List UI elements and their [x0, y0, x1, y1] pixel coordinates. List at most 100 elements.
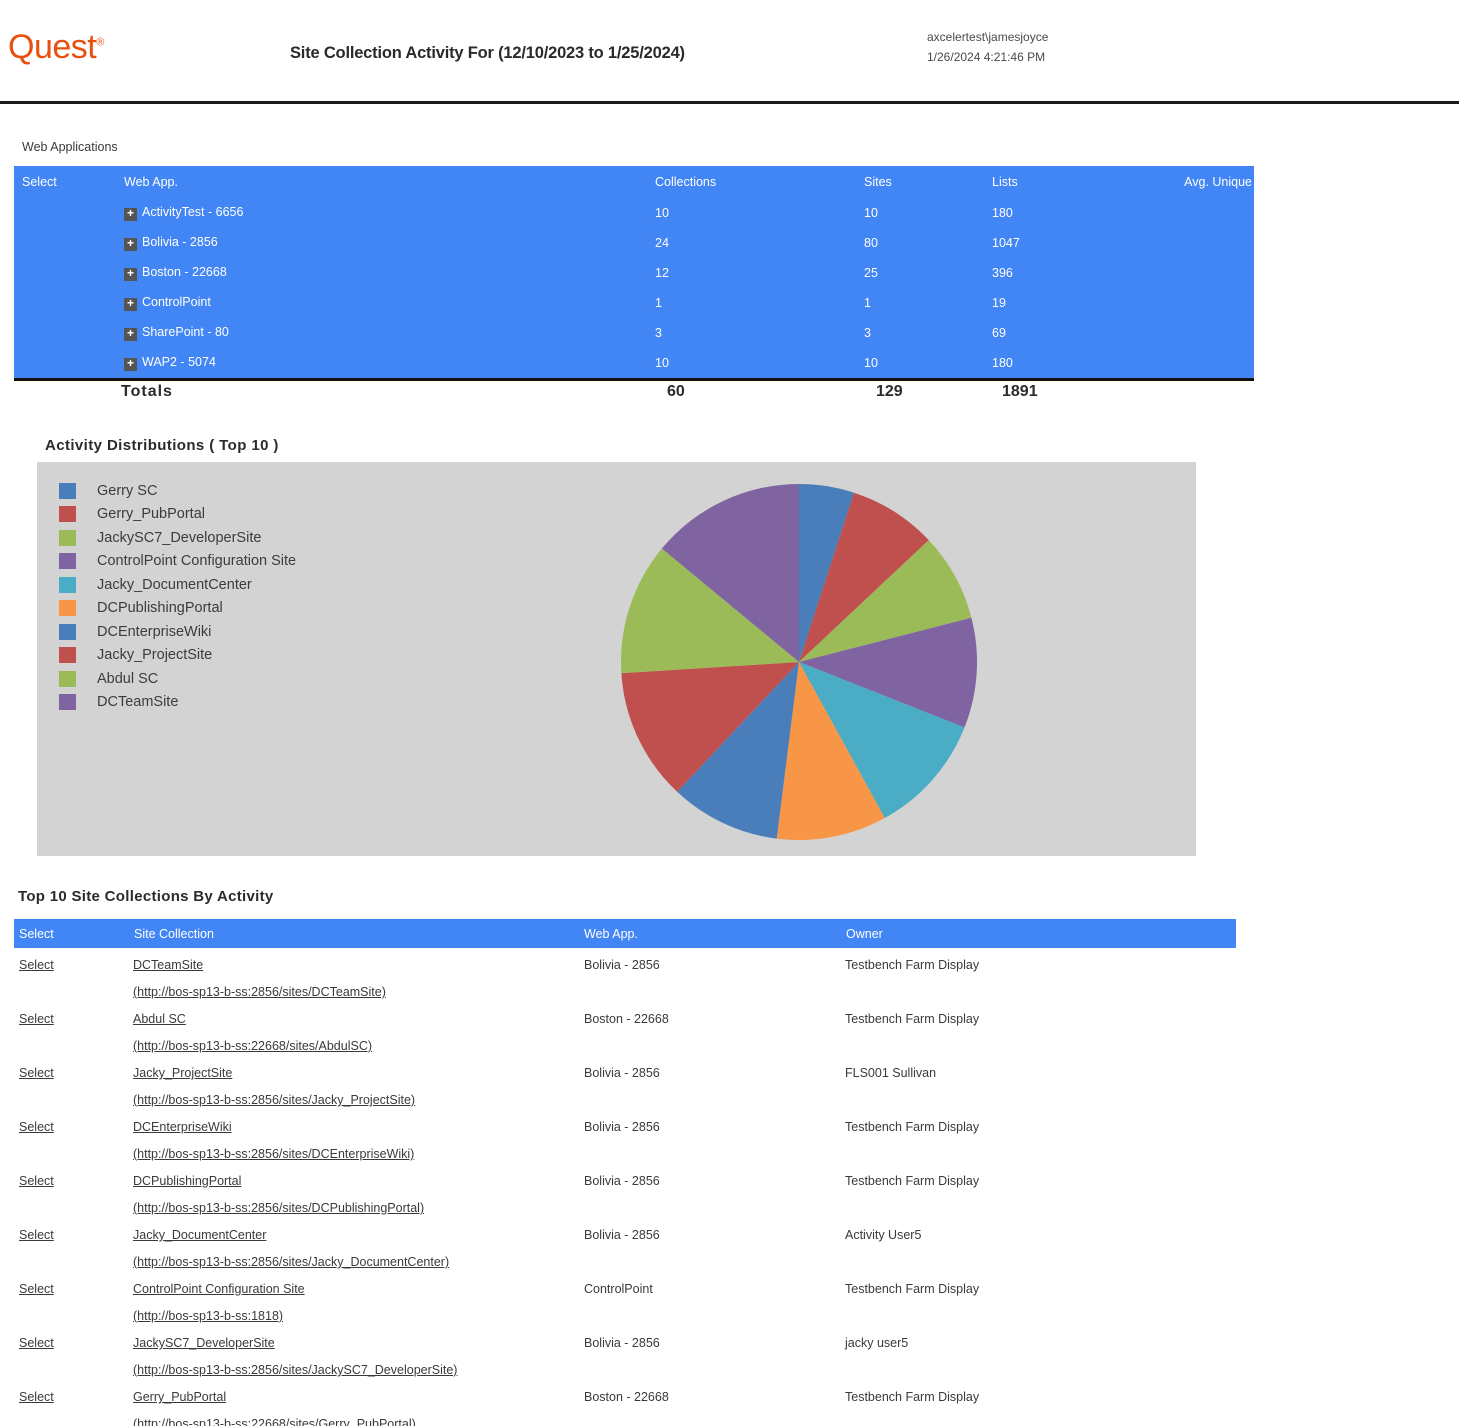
- table-row[interactable]: +ControlPoint1119: [14, 288, 1254, 318]
- site-collection-link[interactable]: Abdul SC: [133, 1012, 186, 1026]
- site-collection-link[interactable]: Jacky_ProjectSite: [133, 1066, 232, 1080]
- web-app-name: Boston - 22668: [142, 265, 227, 279]
- sites-cell: 25: [864, 266, 878, 280]
- web-app-cell[interactable]: + ControlPoint: [124, 295, 211, 311]
- site-collection-link[interactable]: ControlPoint Configuration Site: [133, 1282, 305, 1296]
- table-row[interactable]: +Boston - 226681225396: [14, 258, 1254, 288]
- site-collection-url-link[interactable]: (http://bos-sp13-b-ss:2856/sites/DCTeamS…: [133, 985, 386, 999]
- legend-item: Gerry_PubPortal: [59, 503, 296, 527]
- site-collection-url-link[interactable]: (http://bos-sp13-b-ss:2856/sites/DCPubli…: [133, 1201, 424, 1215]
- web-app-cell[interactable]: +SharePoint - 80: [124, 325, 229, 341]
- select-link[interactable]: Select: [19, 1336, 54, 1350]
- select-link[interactable]: Select: [19, 1120, 54, 1134]
- legend-label: Jacky_ProjectSite: [97, 647, 212, 663]
- select-link[interactable]: Select: [19, 1066, 54, 1080]
- table-row[interactable]: +WAP2 - 50741010180: [14, 348, 1254, 378]
- select-link[interactable]: Select: [19, 958, 54, 972]
- top10-header-row: Select Site Collection Web App. Owner: [14, 919, 1236, 948]
- collections-cell: 10: [655, 356, 669, 370]
- site-collection-link[interactable]: DCTeamSite: [133, 958, 203, 972]
- legend-label: Abdul SC: [97, 671, 158, 687]
- collections-cell: 1: [655, 296, 662, 310]
- collections-cell: 24: [655, 236, 669, 250]
- web-app-name: ControlPoint: [142, 295, 211, 309]
- web-app-cell[interactable]: + Boston - 22668: [124, 265, 227, 281]
- web-app-name: Bolivia - 2856: [142, 235, 218, 249]
- legend-item: Jacky_DocumentCenter: [59, 573, 296, 597]
- top10-rows: Select DCTeamSite (http://bos-sp13-b-ss:28…: [0, 952, 1459, 1426]
- legend-item: DCEnterpriseWiki: [59, 620, 296, 644]
- web-app-cell: Boston - 22668: [584, 1390, 669, 1404]
- legend-color-swatch: [59, 600, 76, 616]
- select-link[interactable]: Select: [19, 1282, 54, 1296]
- site-collection-link[interactable]: JackySC7_DeveloperSite: [133, 1336, 275, 1350]
- web-app-cell[interactable]: +ActivityTest - 6656: [124, 205, 243, 221]
- web-app-cell[interactable]: + WAP2 - 5074: [124, 355, 216, 371]
- site-collection-link[interactable]: Jacky_DocumentCenter: [133, 1228, 266, 1242]
- web-app-cell: Bolivia - 2856: [584, 1336, 660, 1350]
- site-collection-url-link[interactable]: (http://bos-sp13-b-ss:2856/sites/Jacky_P…: [133, 1093, 415, 1107]
- owner-cell: Testbench Farm Display: [845, 1174, 979, 1188]
- legend-label: DCTeamSite: [97, 694, 178, 710]
- table-row[interactable]: +Bolivia - 285624801047: [14, 228, 1254, 258]
- select-link[interactable]: Select: [19, 1228, 54, 1242]
- site-collection-url-link[interactable]: (http://bos-sp13-b-ss:2856/sites/JackySC…: [133, 1363, 457, 1377]
- legend-color-swatch: [59, 671, 76, 687]
- table-row: Select DCTeamSite (http://bos-sp13-b-ss:28…: [0, 952, 1459, 1006]
- sites-cell: 10: [864, 356, 878, 370]
- owner-cell: Testbench Farm Display: [845, 1120, 979, 1134]
- legend-label: Jacky_DocumentCenter: [97, 577, 252, 593]
- site-collection-url-link[interactable]: (http://bos-sp13-b-ss:2856/sites/DCEnter…: [133, 1147, 414, 1161]
- user-account: axcelertest\jamesjoyce: [927, 27, 1048, 47]
- totals-sites: 129: [876, 383, 903, 401]
- report-page: Quest® Site Collection Activity For (12/…: [0, 0, 1459, 1426]
- expand-plus-icon[interactable]: +: [124, 238, 137, 251]
- top10-title: Top 10 Site Collections By Activity: [18, 888, 274, 905]
- expand-plus-icon[interactable]: +: [124, 328, 137, 341]
- web-app-cell: Bolivia - 2856: [584, 958, 660, 972]
- legend-label: DCEnterpriseWiki: [97, 624, 211, 640]
- legend-item: JackySC7_DeveloperSite: [59, 526, 296, 550]
- pie-chart-svg: [621, 484, 977, 840]
- column-header-owner: Owner: [846, 927, 883, 941]
- site-collection-link[interactable]: Gerry_PubPortal: [133, 1390, 226, 1404]
- web-app-name: WAP2 - 5074: [142, 355, 216, 369]
- pie-chart: [621, 484, 977, 840]
- column-header-web-app: Web App.: [584, 927, 638, 941]
- table-row[interactable]: +SharePoint - 803369: [14, 318, 1254, 348]
- legend-item: Abdul SC: [59, 667, 296, 691]
- column-header-site-collection: Site Collection: [134, 927, 214, 941]
- owner-cell: jacky user5: [845, 1336, 908, 1350]
- select-link[interactable]: Select: [19, 1390, 54, 1404]
- sites-cell: 80: [864, 236, 878, 250]
- site-collection-url-link[interactable]: (http://bos-sp13-b-ss:2856/sites/Jacky_D…: [133, 1255, 449, 1269]
- site-collection-link[interactable]: DCEnterpriseWiki: [133, 1120, 232, 1134]
- site-collection-url-link[interactable]: (http://bos-sp13-b-ss:22668/sites/AbdulS…: [133, 1039, 372, 1053]
- site-collection-link[interactable]: DCPublishingPortal: [133, 1174, 241, 1188]
- expand-plus-icon[interactable]: +: [124, 358, 137, 371]
- web-app-cell[interactable]: + Bolivia - 2856: [124, 235, 218, 251]
- table-row: Select Jacky_ProjectSite (http://bos-sp13-…: [0, 1060, 1459, 1114]
- select-link[interactable]: Select: [19, 1012, 54, 1026]
- expand-plus-icon[interactable]: +: [124, 268, 137, 281]
- quest-logo-text: Quest: [8, 28, 96, 66]
- web-applications-table: Select Web App. Collections Sites Lists …: [14, 166, 1254, 381]
- column-header-lists: Lists: [992, 175, 1018, 189]
- web-app-cell: Boston - 22668: [584, 1012, 669, 1026]
- expand-plus-icon[interactable]: +: [124, 298, 137, 311]
- site-collection-url-link[interactable]: (http://bos-sp13-b-ss:1818): [133, 1309, 283, 1323]
- expand-plus-icon[interactable]: +: [124, 208, 137, 221]
- legend-color-swatch: [59, 553, 76, 569]
- owner-cell: Testbench Farm Display: [845, 1390, 979, 1404]
- select-link[interactable]: Select: [19, 1174, 54, 1188]
- owner-cell: Activity User5: [845, 1228, 921, 1242]
- table-row: Select Gerry_PubPortal (http://bos-sp13-b-…: [0, 1384, 1459, 1426]
- column-header-select: Select: [19, 927, 54, 941]
- site-collection-url-link[interactable]: (http://bos-sp13-b-ss:22668/sites/Gerry_…: [133, 1417, 416, 1426]
- column-header-select: Select: [22, 175, 57, 189]
- table-row: Select JackySC7_DeveloperSite (http://bos-…: [0, 1330, 1459, 1384]
- report-timestamp: 1/26/2024 4:21:46 PM: [927, 47, 1048, 67]
- table-row[interactable]: +ActivityTest - 66561010180: [14, 198, 1254, 228]
- web-app-cell: ControlPoint: [584, 1282, 653, 1296]
- legend-color-swatch: [59, 694, 76, 710]
